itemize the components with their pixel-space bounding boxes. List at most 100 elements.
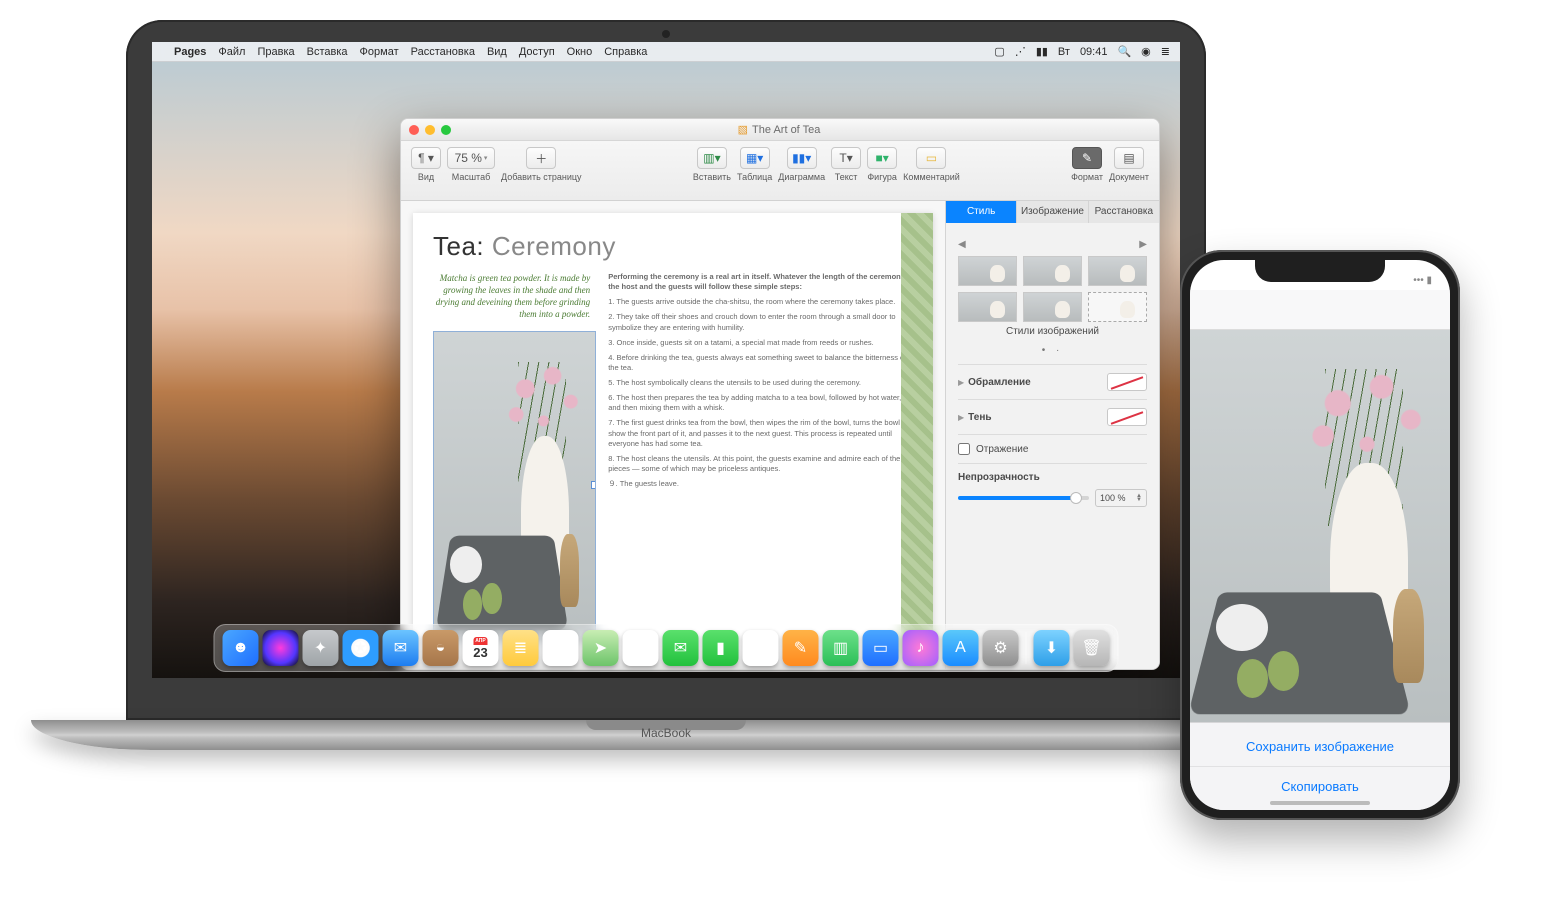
styles-prev-icon[interactable]: ◀ [958, 239, 966, 250]
image-styles-grid [958, 256, 1147, 322]
toolbar-view[interactable]: ¶ ▾ Вид [411, 147, 441, 182]
chart-icon: ▮▮▾ [792, 151, 811, 165]
dock-messages[interactable]: ✉ [663, 630, 699, 666]
airdrop-action-sheet: Сохранить изображение Скопировать [1190, 722, 1450, 810]
opacity-slider[interactable] [958, 496, 1089, 500]
toolbar-chart[interactable]: ▮▮▾ Диаграмма [778, 147, 825, 182]
table-icon: ▦▾ [746, 151, 763, 165]
image-style-thumb[interactable] [1088, 292, 1147, 322]
iphone-screen: ••• ▮ Сохранить изображение Скопировать [1190, 260, 1450, 810]
toolbar-table[interactable]: ▦▾ Таблица [737, 147, 772, 182]
toolbar-shape[interactable]: ■▾ Фигура [867, 147, 897, 182]
signal-icon: ••• ▮ [1413, 275, 1432, 286]
menu-window[interactable]: Окно [567, 46, 593, 58]
border-swatch[interactable] [1107, 373, 1147, 391]
image-style-thumb[interactable] [1023, 292, 1082, 322]
dock-reminders[interactable]: ☰ [543, 630, 579, 666]
styles-next-icon[interactable]: ▶ [1139, 239, 1147, 250]
paragraph-icon: ¶ ▾ [418, 151, 434, 165]
wifi-icon[interactable]: ⋰ [1015, 45, 1026, 58]
menubar: Pages Файл Правка Вставка Формат Расстан… [152, 42, 1180, 62]
toolbar-zoom[interactable]: 75 %▾ Масштаб [447, 147, 495, 182]
dock-itunes-store[interactable]: ♫ [743, 630, 779, 666]
toolbar-text[interactable]: T▾ Текст [831, 147, 861, 182]
tea-scene-illustration [434, 332, 595, 638]
toolbar-comment[interactable]: ▭ Комментарий [903, 147, 960, 182]
tab-image[interactable]: Изображение [1016, 201, 1087, 223]
shadow-row[interactable]: ▶Тень [958, 399, 1147, 434]
image-style-thumb[interactable] [1088, 256, 1147, 286]
menu-share[interactable]: Доступ [519, 46, 555, 58]
dock-maps[interactable]: ➤ [583, 630, 619, 666]
toolbar-add-page[interactable]: ＋ Добавить страницу [501, 147, 582, 182]
menu-format[interactable]: Формат [360, 46, 399, 58]
document-canvas[interactable]: Tea: Ceremony Matcha is green tea powder… [401, 201, 945, 669]
toolbar-document[interactable]: ▤ Документ [1109, 147, 1149, 182]
reflection-row[interactable]: Отражение [958, 434, 1147, 463]
app-name[interactable]: Pages [174, 46, 206, 58]
save-image-button[interactable]: Сохранить изображение [1190, 727, 1450, 766]
camera-icon [662, 30, 670, 38]
dock-launchpad[interactable]: ✦ [303, 630, 339, 666]
dock-photos[interactable]: ✿ [623, 630, 659, 666]
copy-button[interactable]: Скопировать [1190, 766, 1450, 806]
opacity-value[interactable]: 100 % ▲▼ [1095, 489, 1147, 507]
menu-arrange[interactable]: Расстановка [411, 46, 475, 58]
siri-menubar-icon[interactable]: ◉ [1141, 45, 1151, 58]
dock-appstore[interactable]: A [943, 630, 979, 666]
toolbar-format[interactable]: ✎ Формат [1071, 147, 1103, 182]
brush-icon: ✎ [1082, 151, 1092, 165]
macbook-base [31, 720, 1301, 750]
selected-image[interactable] [433, 331, 596, 639]
dock-finder[interactable]: ☻ [223, 630, 259, 666]
reflection-checkbox[interactable] [958, 443, 970, 455]
menu-file[interactable]: Файл [218, 46, 245, 58]
image-style-thumb[interactable] [958, 256, 1017, 286]
clock-time[interactable]: 09:41 [1080, 46, 1108, 58]
text-icon: T▾ [839, 151, 852, 165]
minimize-icon[interactable] [425, 125, 435, 135]
dock-notes[interactable]: ≣ [503, 630, 539, 666]
airplay-icon[interactable]: ▢ [994, 45, 1004, 58]
titlebar[interactable]: ▧ The Art of Tea [401, 119, 1159, 141]
image-style-thumb[interactable] [1023, 256, 1082, 286]
close-icon[interactable] [409, 125, 419, 135]
toolbar: ¶ ▾ Вид 75 %▾ Масштаб ＋ Добавить страниц… [401, 141, 1159, 201]
menu-view[interactable]: Вид [487, 46, 507, 58]
dock-preferences[interactable]: ⚙ [983, 630, 1019, 666]
dock-itunes[interactable]: ♪ [903, 630, 939, 666]
dock-mail[interactable]: ✉ [383, 630, 419, 666]
dock-pages[interactable]: ✎ [783, 630, 819, 666]
document-icon: ▤ [1123, 151, 1134, 165]
page-decoration [901, 213, 933, 657]
image-style-thumb[interactable] [958, 292, 1017, 322]
home-indicator[interactable] [1270, 801, 1370, 805]
menu-insert[interactable]: Вставка [307, 46, 348, 58]
dock-keynote[interactable]: ▭ [863, 630, 899, 666]
notification-center-icon[interactable]: ≣ [1161, 45, 1170, 58]
spotlight-icon[interactable]: 🔍 [1117, 45, 1131, 58]
page-title: Tea: Ceremony [433, 231, 913, 262]
menu-help[interactable]: Справка [604, 46, 647, 58]
battery-icon[interactable]: ▮▮ [1036, 45, 1048, 58]
dock-safari[interactable]: ✪ [343, 630, 379, 666]
border-row[interactable]: ▶Обрамление [958, 364, 1147, 399]
dock-numbers[interactable]: ▥ [823, 630, 859, 666]
clock-day[interactable]: Вт [1058, 46, 1070, 58]
stepper-icon[interactable]: ▲▼ [1136, 494, 1142, 502]
dock-calendar[interactable]: АПР23 [463, 630, 499, 666]
dock-trash[interactable]: 🗑 [1074, 630, 1110, 666]
dock-contacts[interactable]: ◒ [423, 630, 459, 666]
macbook-screen: Pages Файл Правка Вставка Формат Расстан… [152, 42, 1180, 678]
menu-edit[interactable]: Правка [257, 46, 294, 58]
tab-style[interactable]: Стиль [946, 201, 1016, 223]
toolbar-insert[interactable]: ▥▾ Вставить [693, 147, 731, 182]
zoom-icon[interactable] [441, 125, 451, 135]
tab-arrange[interactable]: Расстановка [1088, 201, 1159, 223]
dock-downloads[interactable]: ⬇ [1034, 630, 1070, 666]
iphone-notch [1255, 260, 1385, 282]
dock-facetime[interactable]: ▮ [703, 630, 739, 666]
dock-siri[interactable] [263, 630, 299, 666]
plus-icon: ＋ [535, 150, 547, 167]
shadow-swatch[interactable] [1107, 408, 1147, 426]
